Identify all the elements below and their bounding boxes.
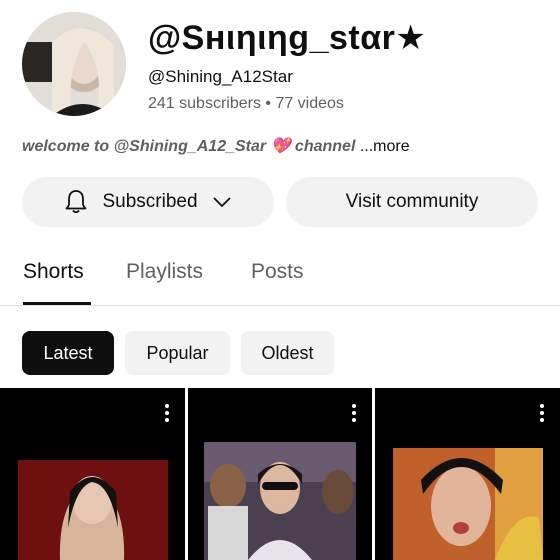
tab-shorts[interactable]: Shorts	[23, 260, 84, 284]
bell-icon	[64, 189, 88, 215]
short-thumbnail-image	[188, 388, 372, 560]
short-thumbnail[interactable]	[188, 388, 372, 560]
filter-chip-oldest[interactable]: Oldest	[241, 331, 334, 375]
filter-chip-latest[interactable]: Latest	[22, 331, 114, 375]
more-vertical-icon[interactable]	[351, 404, 357, 422]
more-vertical-icon[interactable]	[164, 404, 170, 422]
more-vertical-icon[interactable]	[539, 404, 545, 422]
tabs-divider	[0, 305, 560, 306]
subscribed-label: Subscribed	[102, 191, 198, 212]
tab-posts[interactable]: Posts	[251, 260, 304, 284]
short-thumbnail-image	[0, 388, 185, 560]
filter-chip-popular[interactable]: Popular	[125, 331, 230, 375]
visit-community-label: Visit community	[345, 191, 479, 212]
channel-handle: @Shining_A12Star	[148, 67, 293, 86]
visit-community-button[interactable]: Visit community	[286, 177, 538, 227]
description-text: welcome to @Shining_A12_Star 💖 channel	[22, 138, 356, 155]
channel-avatar[interactable]	[22, 12, 126, 116]
subscribed-button[interactable]: Subscribed	[22, 177, 274, 227]
short-thumbnail-image	[375, 388, 560, 560]
tab-playlists[interactable]: Playlists	[126, 260, 203, 284]
short-thumbnail[interactable]	[375, 388, 560, 560]
more-link[interactable]: ...more	[355, 138, 410, 155]
short-thumbnail[interactable]	[0, 388, 185, 560]
channel-name: @Sнιηιηg_stαr★	[148, 19, 427, 57]
channel-stats: 241 subscribers • 77 videos	[148, 95, 344, 112]
channel-description[interactable]: welcome to @Shining_A12_Star 💖 channel .…	[22, 136, 410, 156]
chevron-down-icon	[212, 196, 232, 208]
